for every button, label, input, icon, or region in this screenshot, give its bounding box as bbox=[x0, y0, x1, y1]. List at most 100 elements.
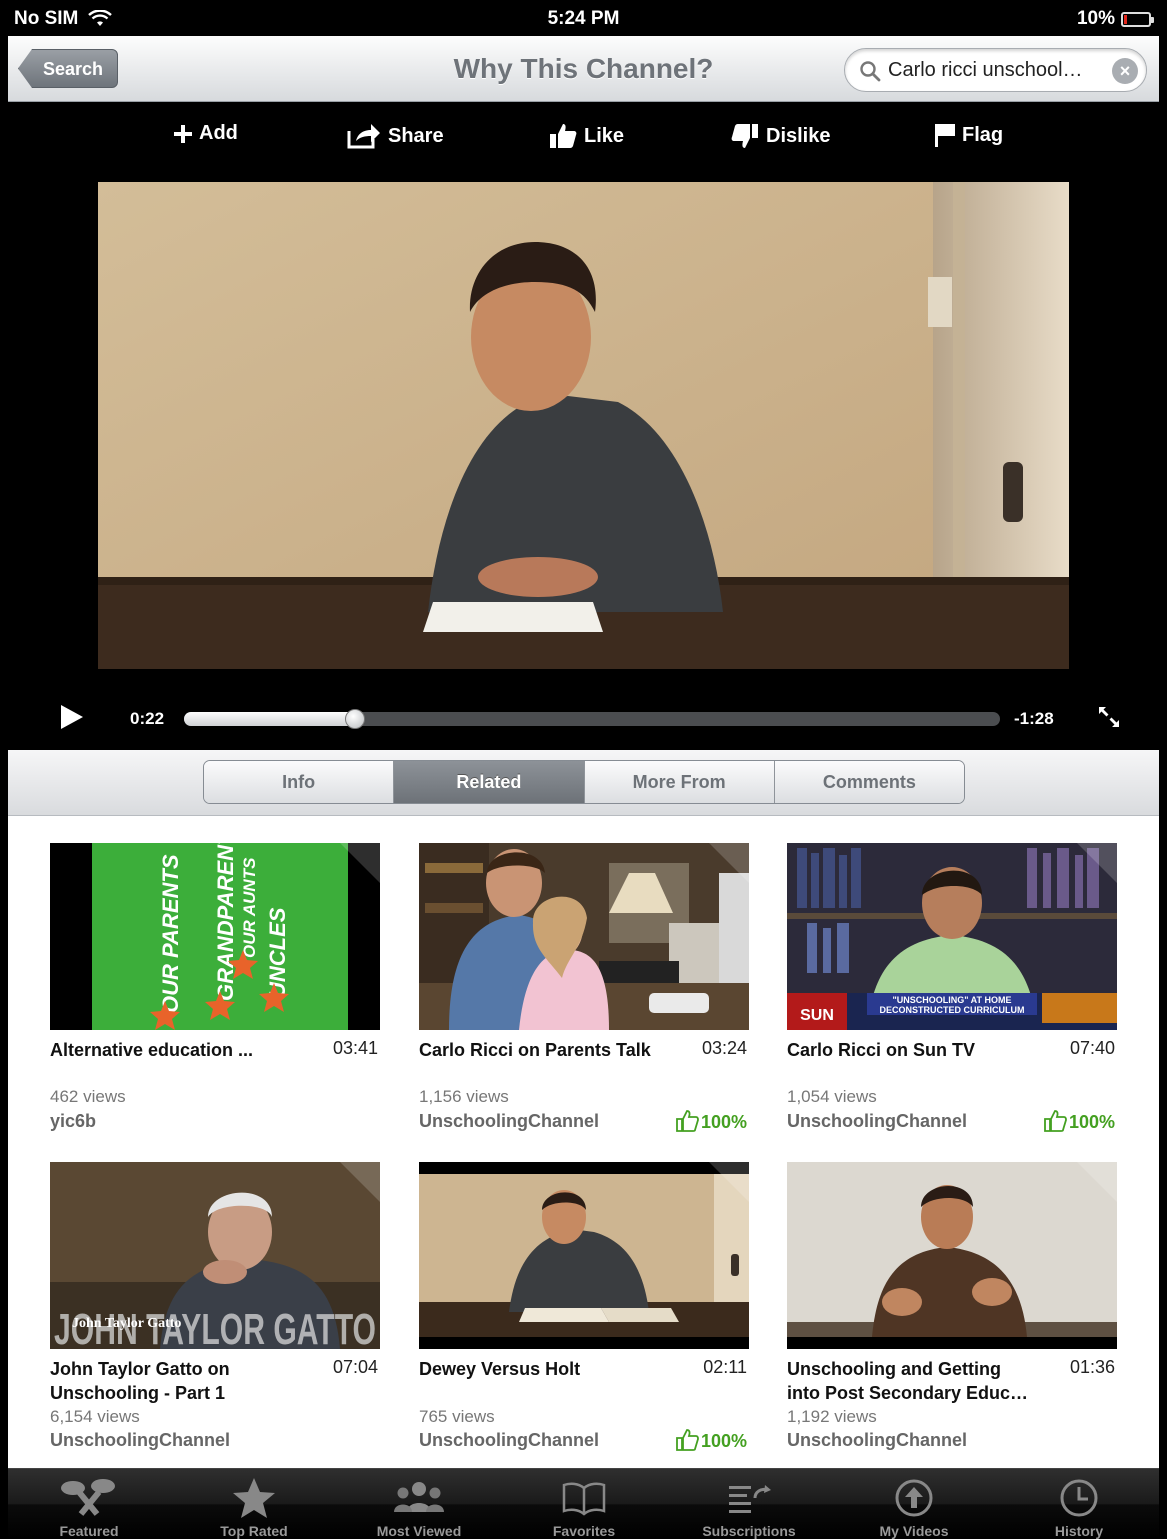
tab-related[interactable]: Related bbox=[394, 761, 585, 803]
thumbs-up-rating-icon bbox=[1044, 1110, 1067, 1132]
video-still bbox=[98, 182, 1069, 669]
tab-history[interactable]: History bbox=[1004, 1475, 1154, 1539]
thumbnail-sheen bbox=[709, 1162, 749, 1202]
thumb-logo: SUN bbox=[800, 1007, 834, 1024]
video-views: 6,154 views bbox=[50, 1407, 140, 1426]
flag-button[interactable]: Flag bbox=[934, 122, 1003, 148]
ipad-screen: No SIM 5:24 PM 10% Search Why This Chann… bbox=[8, 0, 1159, 1539]
video-title-line: Unschooling - Part 1 bbox=[50, 1383, 226, 1403]
thumbs-up-icon bbox=[550, 124, 577, 148]
video-thumbnail[interactable]: SUN "UNSCHOOLING" AT HOME DECONSTRUCTED … bbox=[787, 843, 1117, 1030]
tab-featured[interactable]: Featured bbox=[14, 1475, 164, 1539]
like-label: Like bbox=[584, 124, 625, 147]
featured-icon bbox=[61, 1479, 115, 1516]
video-thumbnail[interactable] bbox=[419, 1162, 749, 1349]
tab-more-from[interactable]: More From bbox=[584, 761, 775, 803]
thumb-banner-2: DECONSTRUCTED CURRICULUM bbox=[880, 1005, 1025, 1015]
share-label: Share bbox=[388, 124, 444, 147]
video-card[interactable]: Unschooling and Getting into Post Second… bbox=[787, 1162, 1117, 1462]
video-card[interactable]: Dewey Versus Holt 02:11 765 views Unscho… bbox=[419, 1162, 749, 1462]
search-input[interactable] bbox=[888, 55, 1098, 85]
related-videos-grid: OUR PARENTS GRANDPARENTS OUR AUNTS UNCLE… bbox=[8, 816, 1159, 1468]
video-views: 1,192 views bbox=[787, 1407, 877, 1426]
tab-label: Most Viewed bbox=[376, 1523, 462, 1539]
status-right: 10% bbox=[1077, 8, 1154, 30]
video-thumbnail[interactable] bbox=[787, 1162, 1117, 1349]
segmented-control: Info Related More From Comments bbox=[203, 760, 965, 804]
video-title-line: Dewey Versus Holt bbox=[419, 1359, 581, 1379]
scrubber[interactable] bbox=[184, 709, 1000, 729]
current-time: 0:22 bbox=[130, 709, 165, 728]
video-player: Add Share Like Dislike Flag 0:22 -1:28 bbox=[8, 102, 1159, 750]
video-thumbnail[interactable] bbox=[419, 843, 749, 1030]
video-duration: 03:24 bbox=[701, 1038, 747, 1058]
tab-segment-bar: Info Related More From Comments bbox=[8, 750, 1159, 816]
rating-value: 100% bbox=[700, 1431, 747, 1451]
video-author[interactable]: yic6b bbox=[50, 1111, 96, 1132]
video-title: Carlo Ricci on Parents Talk bbox=[419, 1038, 681, 1062]
player-controls: 0:22 -1:28 bbox=[8, 692, 1159, 742]
video-title-line: Carlo Ricci on Parents Talk bbox=[419, 1040, 651, 1060]
video-card[interactable]: JOHN TAYLOR GATTO John Taylor Gatto John… bbox=[50, 1162, 380, 1462]
search-field[interactable]: × bbox=[844, 48, 1147, 92]
video-title-line: Alternative education ... bbox=[50, 1040, 254, 1060]
thumb-text-3: OUR AUNTS bbox=[240, 857, 259, 958]
video-title: John Taylor Gatto on Unschooling - Part … bbox=[50, 1357, 312, 1405]
video-thumbnail[interactable]: JOHN TAYLOR GATTO John Taylor Gatto bbox=[50, 1162, 380, 1349]
tab-top-rated[interactable]: Top Rated bbox=[179, 1475, 329, 1539]
like-button[interactable]: Like bbox=[548, 122, 624, 150]
video-duration: 07:40 bbox=[1069, 1038, 1115, 1058]
tab-most-viewed[interactable]: Most Viewed bbox=[344, 1475, 494, 1539]
video-title: Unschooling and Getting into Post Second… bbox=[787, 1357, 1049, 1405]
share-button[interactable]: Share bbox=[346, 122, 444, 150]
video-frame[interactable] bbox=[98, 182, 1069, 669]
thumb-text-1: OUR PARENTS bbox=[158, 854, 183, 1013]
thumbs-up-rating-icon bbox=[676, 1429, 699, 1451]
thumbnail-image: OUR PARENTS GRANDPARENTS OUR AUNTS UNCLE… bbox=[50, 843, 380, 1030]
video-duration: 02:11 bbox=[703, 1357, 747, 1377]
thumbnail-sheen bbox=[1077, 1162, 1117, 1202]
tab-info[interactable]: Info bbox=[204, 761, 395, 803]
tab-comments[interactable]: Comments bbox=[774, 761, 964, 803]
video-author[interactable]: UnschoolingChannel bbox=[787, 1111, 967, 1132]
status-bar: No SIM 5:24 PM 10% bbox=[8, 0, 1159, 36]
navigation-bar: Search Why This Channel? × bbox=[8, 36, 1159, 102]
tab-my-videos[interactable]: My Videos bbox=[839, 1475, 989, 1539]
book-icon bbox=[562, 1482, 606, 1516]
play-icon[interactable] bbox=[60, 704, 84, 730]
video-title-line: Carlo Ricci on Sun TV bbox=[787, 1040, 976, 1060]
add-button[interactable]: Add bbox=[173, 122, 238, 145]
thumbnail-sheen bbox=[709, 843, 749, 883]
video-thumbnail[interactable]: OUR PARENTS GRANDPARENTS OUR AUNTS UNCLE… bbox=[50, 843, 380, 1030]
thumbnail-image bbox=[419, 1162, 749, 1349]
video-author[interactable]: UnschoolingChannel bbox=[419, 1111, 599, 1132]
battery-level bbox=[1124, 14, 1127, 24]
tab-subscriptions[interactable]: Subscriptions bbox=[674, 1475, 824, 1539]
rating-value: 100% bbox=[1068, 1112, 1115, 1132]
video-views: 1,156 views bbox=[419, 1087, 509, 1106]
video-duration: 07:04 bbox=[332, 1357, 378, 1377]
clear-search-icon[interactable]: × bbox=[1112, 58, 1138, 84]
video-duration: 01:36 bbox=[1069, 1357, 1115, 1377]
tab-bar: Featured Top Rated Most Viewed Favorites… bbox=[8, 1468, 1159, 1539]
video-card[interactable]: OUR PARENTS GRANDPARENTS OUR AUNTS UNCLE… bbox=[50, 843, 380, 1143]
share-icon bbox=[347, 124, 380, 149]
video-author[interactable]: UnschoolingChannel bbox=[787, 1430, 967, 1451]
dislike-button[interactable]: Dislike bbox=[730, 122, 830, 150]
video-card[interactable]: SUN "UNSCHOOLING" AT HOME DECONSTRUCTED … bbox=[787, 843, 1117, 1143]
video-title: Carlo Ricci on Sun TV bbox=[787, 1038, 1049, 1062]
people-icon bbox=[394, 1482, 444, 1512]
tab-favorites[interactable]: Favorites bbox=[509, 1475, 659, 1539]
battery-icon bbox=[1121, 11, 1154, 27]
fullscreen-icon[interactable] bbox=[1098, 706, 1120, 728]
tab-label: Subscriptions bbox=[702, 1523, 796, 1539]
video-author[interactable]: UnschoolingChannel bbox=[50, 1430, 230, 1451]
tab-label: Top Rated bbox=[220, 1523, 288, 1539]
video-author[interactable]: UnschoolingChannel bbox=[419, 1430, 599, 1451]
video-card[interactable]: Carlo Ricci on Parents Talk 03:24 1,156 … bbox=[419, 843, 749, 1143]
upload-icon bbox=[895, 1479, 933, 1517]
video-views: 765 views bbox=[419, 1407, 495, 1426]
video-duration: 03:41 bbox=[332, 1038, 378, 1058]
video-rating: 100% bbox=[675, 1109, 747, 1133]
scrubber-handle[interactable] bbox=[345, 709, 366, 729]
